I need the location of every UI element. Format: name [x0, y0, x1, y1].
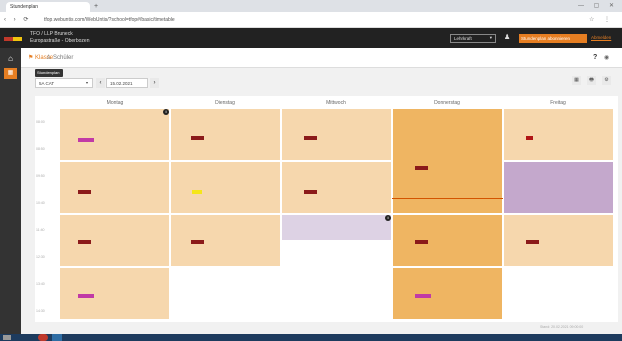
school-name: TFO / LLP Bruneck	[30, 31, 73, 37]
next-week-button[interactable]: ›	[150, 78, 159, 88]
class-badge	[192, 190, 202, 194]
flag-icon	[4, 37, 13, 41]
last-updated-stamp: Stand: 20.02.2021 09:00:00	[540, 325, 584, 329]
app-taskbar-icon[interactable]	[52, 334, 62, 341]
day-header: Montag	[106, 100, 124, 106]
lesson-slot[interactable]	[170, 214, 281, 267]
address-bar[interactable]: tfop.webuntis.com/WebUntis/?school=tfop#…	[38, 15, 598, 25]
lesson-slot[interactable]	[392, 214, 503, 267]
settings-icon[interactable]: ⚙	[602, 76, 611, 85]
class-badge	[191, 240, 204, 244]
lesson-slot[interactable]	[281, 161, 392, 214]
time-label: 11:40	[36, 228, 45, 232]
lesson-slot[interactable]	[59, 214, 170, 267]
time-label: 09:50	[36, 174, 45, 178]
chevron-down-icon: ▾	[489, 35, 492, 40]
user-icon[interactable]: ♟	[504, 34, 512, 42]
lesson-slot[interactable]	[281, 108, 392, 161]
home-icon[interactable]: ⌂	[5, 53, 16, 64]
class-badge	[415, 240, 428, 244]
time-label: 08:50	[36, 147, 45, 151]
lesson-slot[interactable]	[281, 214, 392, 241]
class-badge	[415, 294, 431, 298]
class-badge	[78, 240, 91, 244]
day-header: Donnerstag	[434, 100, 460, 106]
class-badge	[78, 138, 94, 142]
time-label: 08:00	[36, 120, 45, 124]
lesson-slot[interactable]	[392, 267, 503, 320]
lesson-slot[interactable]	[170, 108, 281, 161]
window-controls[interactable]: — ▢ ✕	[578, 2, 618, 9]
day-header: Dienstag	[215, 100, 235, 106]
class-badge	[526, 240, 539, 244]
lesson-slot[interactable]	[59, 108, 170, 161]
school-address: Europastraße - Oberbozen	[30, 38, 90, 44]
lesson-slot[interactable]	[503, 108, 614, 161]
time-label: 13:40	[36, 282, 45, 286]
week-date-field[interactable]: 15.02.2021	[106, 78, 148, 88]
current-time-line	[392, 198, 503, 199]
students-icon: ♙	[46, 55, 54, 61]
lesson-slot[interactable]	[59, 161, 170, 214]
user-role-dropdown[interactable]: Lehrkraft ▾	[450, 34, 496, 43]
class-select[interactable]: 5A CAT ▾	[35, 78, 93, 88]
day-header: Freitag	[550, 100, 566, 106]
lesson-slot[interactable]	[170, 161, 281, 214]
time-label: 12:30	[36, 255, 45, 259]
info-icon[interactable]: i	[385, 215, 391, 221]
time-label: 10:40	[36, 201, 45, 205]
tooltip: Stundenplan	[35, 69, 63, 77]
user-role-label: Lehrkraft	[454, 36, 472, 41]
print-icon[interactable]: 🖶	[587, 76, 596, 85]
browser-nav-buttons[interactable]: ‹ › ⟳	[4, 16, 31, 23]
day-header: Mittwoch	[326, 100, 346, 106]
chevron-down-icon: ▾	[85, 80, 88, 85]
start-icon[interactable]	[3, 335, 11, 340]
browser-taskbar-icon[interactable]	[38, 334, 48, 341]
tab-students[interactable]: ♙ Schüler	[46, 54, 73, 61]
flag-icon-yellow	[13, 37, 22, 41]
time-label: 14:30	[36, 309, 45, 313]
eye-icon[interactable]: ◉	[604, 54, 609, 61]
browser-menu-icons[interactable]: ☆ ⋮	[589, 16, 614, 23]
logout-link[interactable]: Abmelden	[591, 35, 611, 40]
class-badge	[304, 190, 317, 194]
class-badge	[191, 136, 204, 140]
class-badge	[415, 166, 428, 170]
lesson-slot[interactable]	[59, 267, 170, 320]
sidebar	[0, 48, 21, 334]
browser-tab[interactable]: Stundenplan	[6, 2, 90, 12]
class-badge	[78, 294, 94, 298]
lesson-slot[interactable]	[503, 214, 614, 267]
calendar-icon[interactable]: ▦	[4, 68, 17, 79]
new-tab-button[interactable]: +	[94, 3, 98, 10]
class-badge	[78, 190, 91, 194]
class-badge	[304, 136, 317, 140]
info-icon[interactable]: i	[163, 109, 169, 115]
help-icon[interactable]: ?	[593, 54, 597, 61]
sub-navigation	[21, 48, 622, 68]
os-taskbar	[0, 334, 622, 341]
previous-week-button[interactable]: ‹	[96, 78, 105, 88]
class-badge	[526, 136, 533, 140]
lesson-slot[interactable]	[503, 161, 614, 214]
calendar-view-icon[interactable]: ▦	[572, 76, 581, 85]
subscribe-button[interactable]: Stundenplan abonnieren	[519, 34, 587, 43]
classes-icon: ⚑	[28, 55, 36, 61]
